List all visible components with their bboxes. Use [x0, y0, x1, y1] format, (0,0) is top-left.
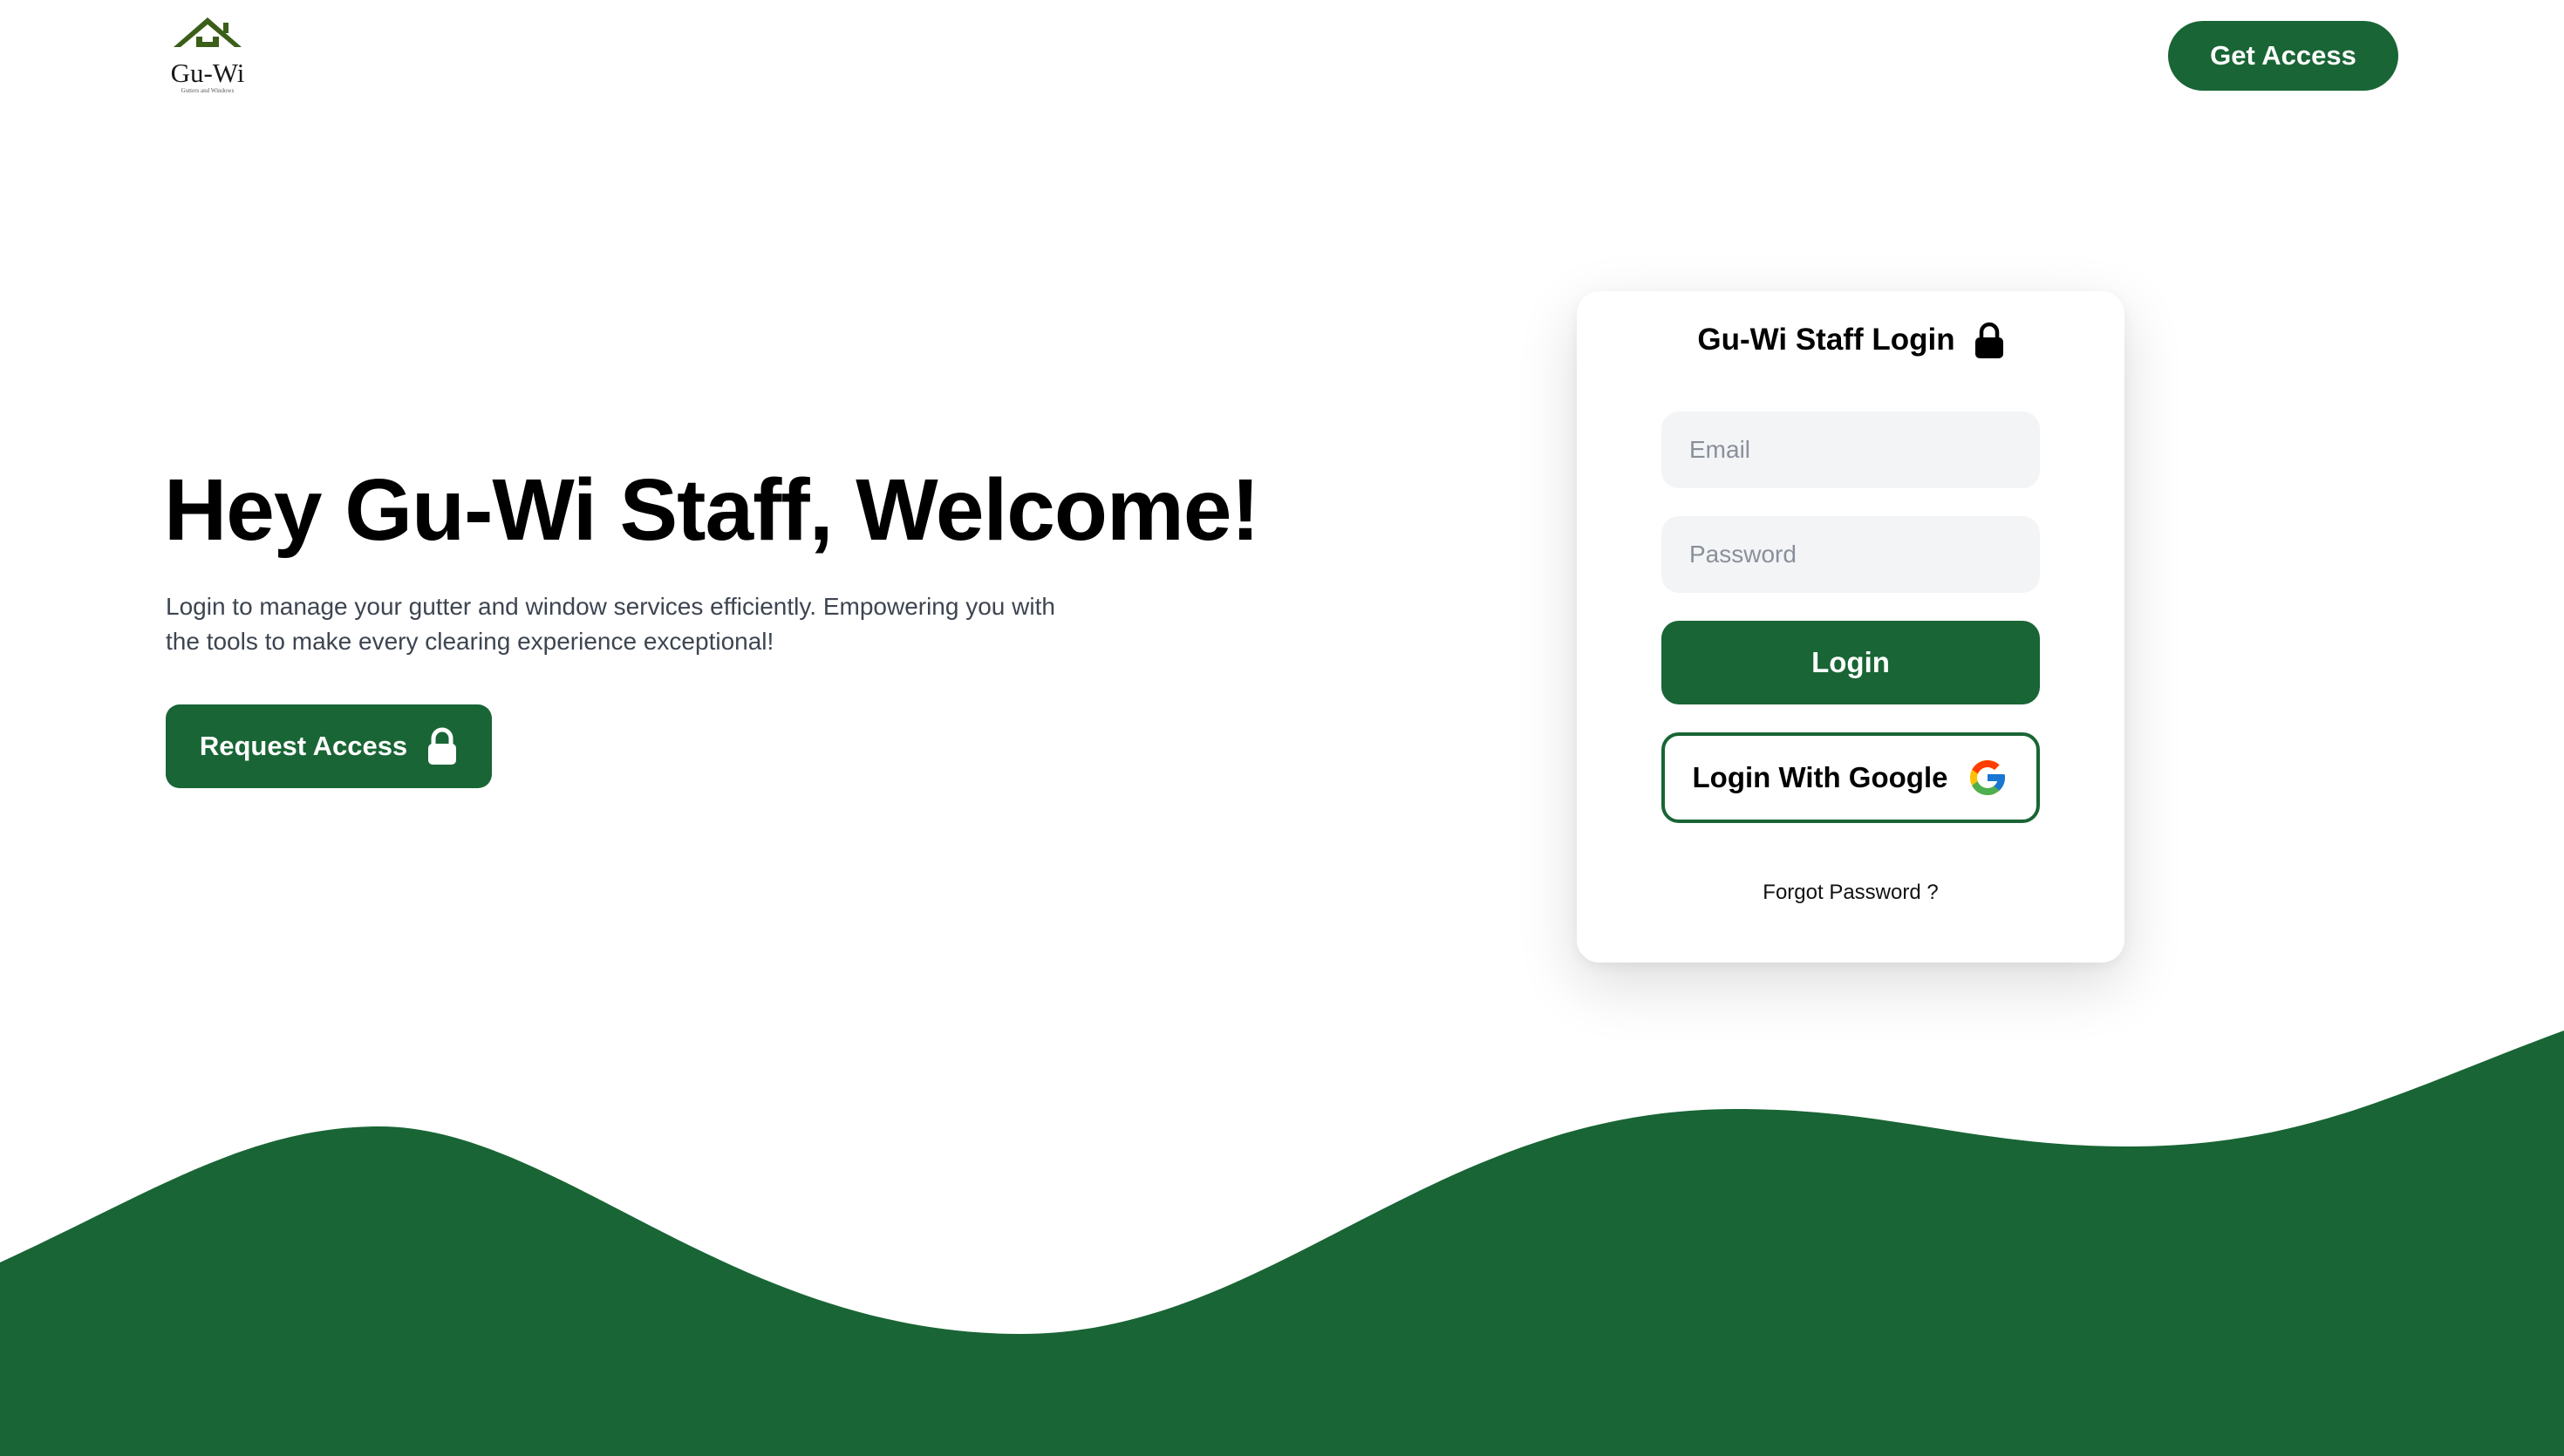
login-card-title: Gu-Wi Staff Login [1577, 321, 2124, 359]
login-with-google-button[interactable]: Login With Google [1661, 732, 2040, 823]
email-field[interactable] [1661, 412, 2040, 488]
hero-title: Hey Gu-Wi Staff, Welcome! [164, 461, 1260, 559]
login-card-title-text: Gu-Wi Staff Login [1697, 323, 1955, 357]
login-with-google-label: Login With Google [1692, 761, 1948, 793]
login-button[interactable]: Login [1661, 621, 2040, 704]
hero-description: Login to manage your gutter and window s… [166, 593, 1055, 655]
lock-icon [426, 727, 458, 765]
forgot-password-link[interactable]: Forgot Password ? [1577, 881, 2124, 905]
logo-name: Gu-Wi [170, 58, 245, 88]
password-field[interactable] [1661, 516, 2040, 593]
request-access-button[interactable]: Request Access [166, 704, 492, 788]
get-access-button[interactable]: Get Access [2168, 21, 2398, 91]
logo-tagline: Gutters and Windows [181, 87, 235, 94]
google-icon [1967, 757, 2008, 799]
lock-icon [1974, 321, 2004, 359]
login-card: Gu-Wi Staff Login Login Login With Googl… [1577, 291, 2124, 963]
request-access-label: Request Access [199, 731, 408, 761]
house-roof-icon [174, 17, 242, 47]
logo[interactable]: Gu-Wi Gutters and Windows [164, 16, 251, 96]
